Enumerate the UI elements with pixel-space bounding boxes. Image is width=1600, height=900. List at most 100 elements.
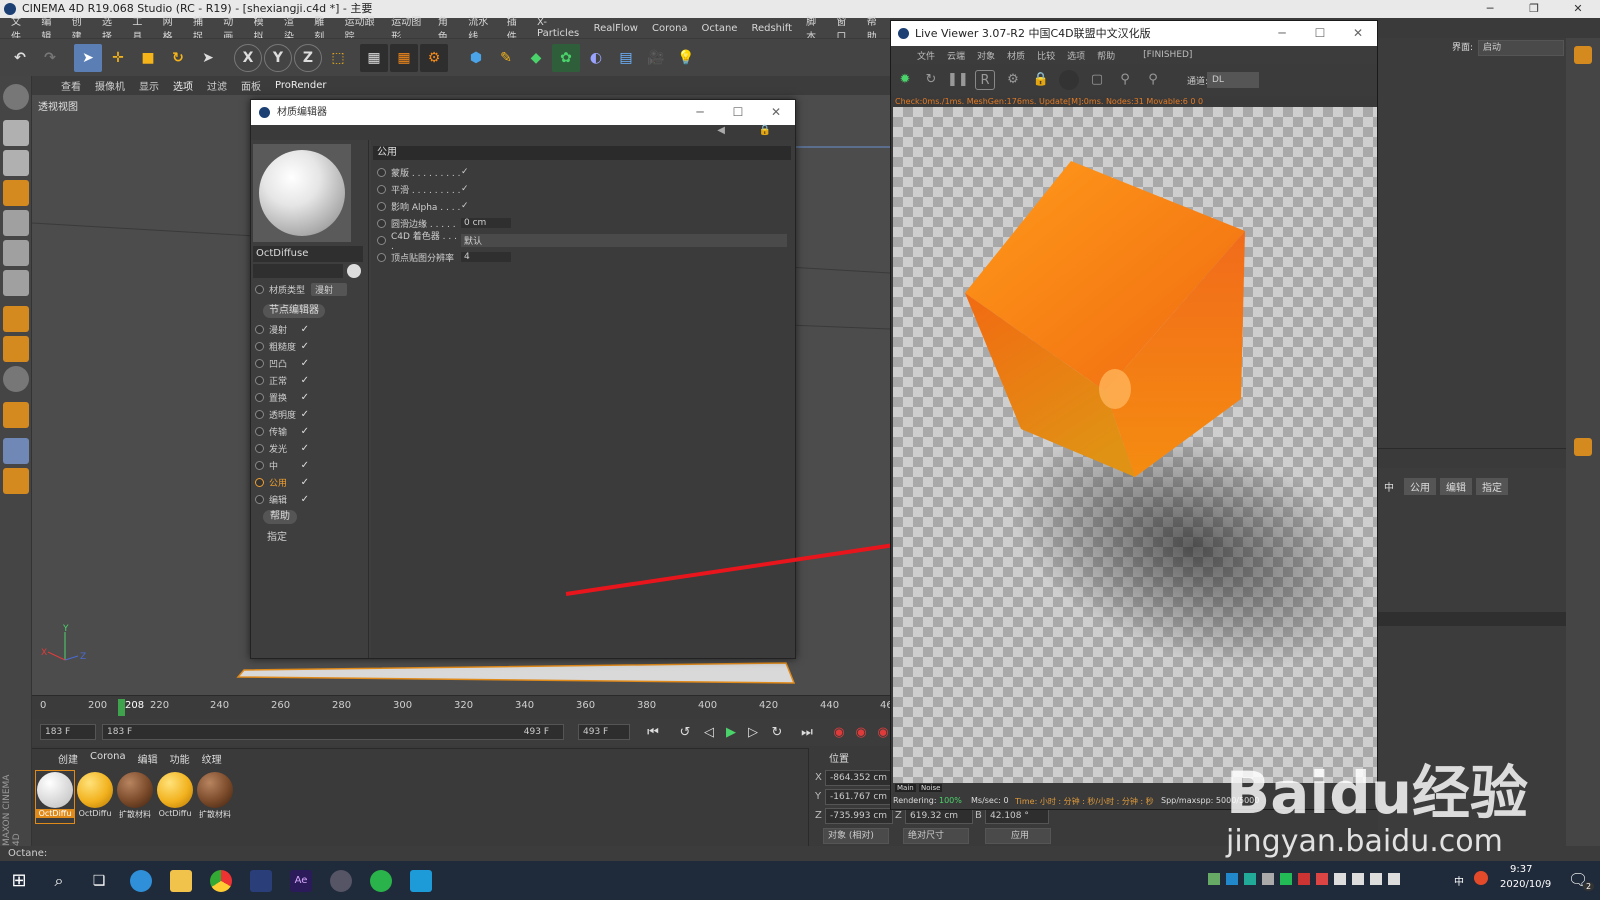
edges-mode-icon[interactable] — [3, 240, 29, 266]
previous-key-icon[interactable]: ↺ — [676, 724, 694, 741]
tray-icon[interactable] — [1316, 873, 1328, 885]
coord-z-field[interactable]: -735.993 cm — [825, 808, 893, 824]
lock-resolution-icon[interactable]: 🔒 — [1031, 70, 1051, 90]
tray-icon[interactable] — [1244, 873, 1256, 885]
back-arrow-icon[interactable]: ◀ — [717, 125, 725, 136]
start-frame-field[interactable]: 183 F — [40, 724, 96, 740]
select-tool-icon[interactable]: ➤ — [74, 44, 102, 72]
help-button[interactable]: 帮助 — [263, 510, 297, 524]
channel-common[interactable]: 公用 ✓ — [255, 474, 309, 490]
make-editable-icon[interactable] — [3, 84, 29, 110]
node-editor-button[interactable]: 节点编辑器 — [263, 304, 325, 318]
prop-checkbox[interactable]: ✓ — [461, 167, 469, 177]
viewport-menu-camera[interactable]: 摄像机 — [88, 78, 132, 93]
snap-icon[interactable] — [3, 366, 29, 392]
timeline-playhead[interactable] — [118, 699, 125, 716]
workplane-grid-icon[interactable] — [3, 468, 29, 494]
material-menu-function[interactable]: 功能 — [164, 751, 196, 766]
region-render-icon[interactable]: R — [975, 70, 995, 90]
after-effects-icon[interactable]: Ae — [290, 870, 312, 892]
timeline-ruler[interactable]: 0 200 208 220 240 260 280 300 320 340 36… — [32, 695, 893, 719]
render-view-icon[interactable]: ▦ — [360, 44, 388, 72]
tab-noise[interactable]: Noise — [919, 784, 943, 792]
channel-emission[interactable]: 发光 ✓ — [255, 440, 309, 456]
channel-editor[interactable]: 编辑 ✓ — [255, 491, 309, 507]
radio-icon[interactable] — [377, 201, 386, 211]
minimize-button[interactable]: ─ — [1468, 0, 1512, 18]
camera-icon[interactable]: 🎥 — [642, 44, 670, 72]
radio-icon[interactable] — [255, 284, 264, 294]
tray-icon[interactable] — [1208, 873, 1220, 885]
pause-icon[interactable]: ❚❚ — [947, 70, 969, 90]
pen-spline-icon[interactable]: ✎ — [492, 44, 520, 72]
tab-assign[interactable]: 指定 — [1476, 478, 1508, 495]
subdivision-surface-icon[interactable]: ◆ — [522, 44, 550, 72]
cloner-icon[interactable]: ✿ — [552, 44, 580, 72]
prop-number-field[interactable]: 0 cm — [461, 218, 511, 228]
menu-item[interactable]: X-Particles — [530, 17, 587, 39]
edge-browser-icon[interactable] — [130, 870, 152, 892]
prop-checkbox[interactable]: ✓ — [461, 184, 469, 194]
texture-mode-icon[interactable] — [3, 150, 29, 176]
autokey-icon[interactable]: ◉ — [852, 724, 870, 741]
prop-number-field[interactable]: 4 — [461, 252, 511, 262]
lock-icon[interactable]: 🔒 — [759, 125, 771, 136]
material-swatch[interactable]: 扩散材料 — [196, 771, 234, 823]
channel-diffuse[interactable]: 漫射 ✓ — [255, 321, 309, 337]
menu-item[interactable]: RealFlow — [587, 23, 645, 34]
file-explorer-icon[interactable] — [170, 870, 192, 892]
tray-icon[interactable] — [1226, 873, 1238, 885]
lv-menu-objects[interactable]: 对象 — [971, 49, 1001, 62]
z-axis-lock-icon[interactable]: Z — [294, 44, 322, 72]
material-menu-corona[interactable]: Corona — [84, 751, 132, 766]
restart-render-icon[interactable]: ↻ — [921, 70, 941, 90]
material-swatch[interactable]: OctDiffu — [76, 771, 114, 823]
minimize-button[interactable]: ─ — [1263, 21, 1301, 46]
material-search-field[interactable] — [253, 264, 343, 278]
menu-item[interactable]: Octane — [695, 23, 745, 34]
viewport-menu-options[interactable]: 选项 — [166, 78, 200, 93]
light-icon[interactable]: 💡 — [672, 44, 700, 72]
axis-mode-icon[interactable] — [3, 306, 29, 332]
render-picture-viewer-icon[interactable]: ▦ — [390, 44, 418, 72]
channel-transmission[interactable]: 传输 ✓ — [255, 423, 309, 439]
go-to-end-icon[interactable]: ⏭ — [798, 724, 816, 741]
material-editor-titlebar[interactable]: 材质编辑器 ─ ☐ ✕ — [251, 100, 795, 125]
lv-menu-file[interactable]: 文件 — [911, 49, 941, 62]
live-viewer-titlebar[interactable]: Live Viewer 3.07-R2 中国C4D联盟中文汉化版 ─ ☐ ✕ — [891, 21, 1377, 46]
deformer-icon[interactable]: ◐ — [582, 44, 610, 72]
go-to-start-icon[interactable]: ⏮ — [644, 724, 662, 741]
radio-icon[interactable] — [377, 235, 386, 245]
lock-workplane-icon[interactable] — [3, 438, 29, 464]
material-type-dropdown[interactable]: 漫射 — [311, 282, 348, 296]
chrome-icon[interactable] — [210, 870, 232, 892]
tab-edit[interactable]: 编辑 — [1440, 478, 1472, 495]
size-mode-dropdown[interactable]: 绝对尺寸 — [903, 828, 969, 844]
channel-dropdown[interactable]: DL — [1207, 72, 1259, 88]
attribute-field[interactable] — [1378, 612, 1566, 626]
assign-label[interactable]: 指定 — [267, 528, 287, 543]
material-preview[interactable] — [253, 144, 351, 242]
tray-icon[interactable] — [1298, 873, 1310, 885]
apply-button[interactable]: 应用 — [985, 828, 1051, 844]
input-language[interactable]: 中 — [1454, 873, 1464, 888]
close-button[interactable]: ✕ — [1339, 21, 1377, 46]
radio-icon[interactable] — [377, 218, 386, 228]
coord-x-field[interactable]: -864.352 cm — [825, 770, 893, 786]
settings-gear-icon[interactable]: ⚙ — [1003, 70, 1023, 90]
restore-button[interactable]: ❐ — [1512, 0, 1556, 18]
maximize-button[interactable]: ☐ — [719, 100, 757, 125]
material-menu-texture[interactable]: 纹理 — [196, 751, 228, 766]
scale-tool-icon[interactable]: ■ — [134, 44, 162, 72]
dock-tab-objects-icon[interactable] — [1574, 46, 1592, 64]
cinema4d-taskbar-icon[interactable] — [330, 870, 352, 892]
close-button[interactable]: ✕ — [1556, 0, 1600, 18]
redo-icon[interactable]: ↷ — [36, 44, 64, 72]
radio-icon[interactable] — [377, 167, 386, 177]
radio-icon[interactable] — [377, 252, 386, 262]
pick-material-icon[interactable]: ⚲ — [1143, 70, 1163, 90]
lv-menu-materials[interactable]: 材质 — [1001, 49, 1031, 62]
next-frame-icon[interactable]: ▷ — [744, 724, 762, 741]
size-z-field[interactable]: 619.32 cm — [905, 808, 973, 824]
channel-bump[interactable]: 凹凸 ✓ — [255, 355, 309, 371]
